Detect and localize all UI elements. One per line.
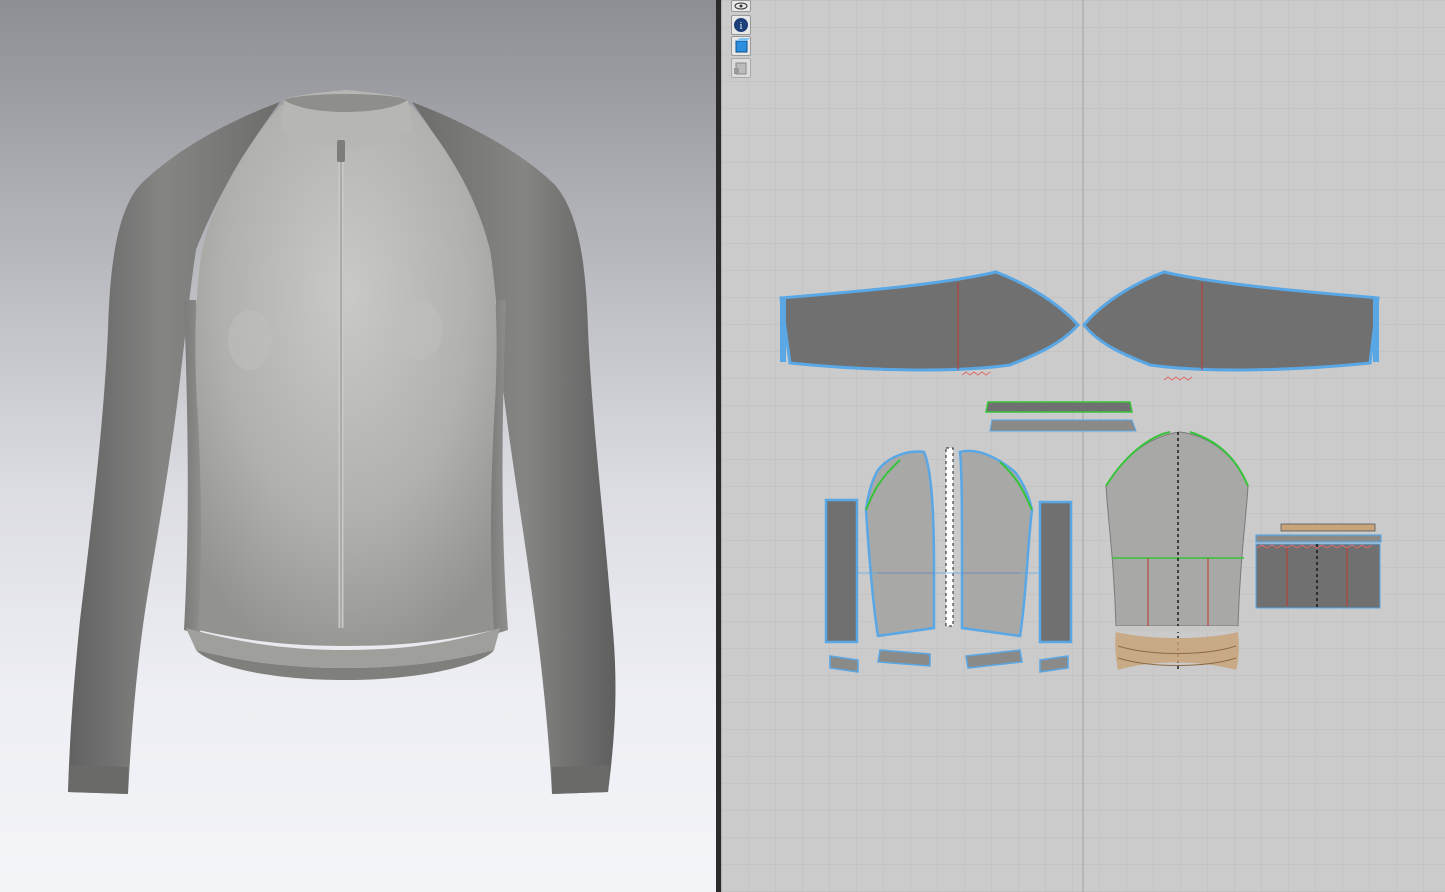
texture-icon[interactable]	[731, 36, 751, 56]
eye-icon[interactable]	[731, 0, 751, 12]
pattern-front-left	[864, 450, 936, 638]
pattern-collar-inner	[989, 419, 1137, 432]
pattern-pocket	[1255, 523, 1382, 609]
2d-pattern-viewport[interactable]	[721, 0, 1445, 892]
info-icon[interactable]: i	[731, 15, 751, 35]
pattern-canvas	[721, 0, 1445, 892]
svg-text:i: i	[740, 21, 743, 32]
pattern-zipper-strip	[945, 447, 954, 627]
pattern-icon[interactable]	[731, 58, 751, 78]
pattern-side-right	[1038, 500, 1073, 644]
jersey-front-body	[195, 104, 497, 646]
pattern-side-left	[824, 498, 859, 644]
3d-viewport[interactable]	[0, 0, 716, 892]
pattern-collar-outer	[985, 401, 1133, 413]
jersey-3d-render	[68, 90, 616, 794]
